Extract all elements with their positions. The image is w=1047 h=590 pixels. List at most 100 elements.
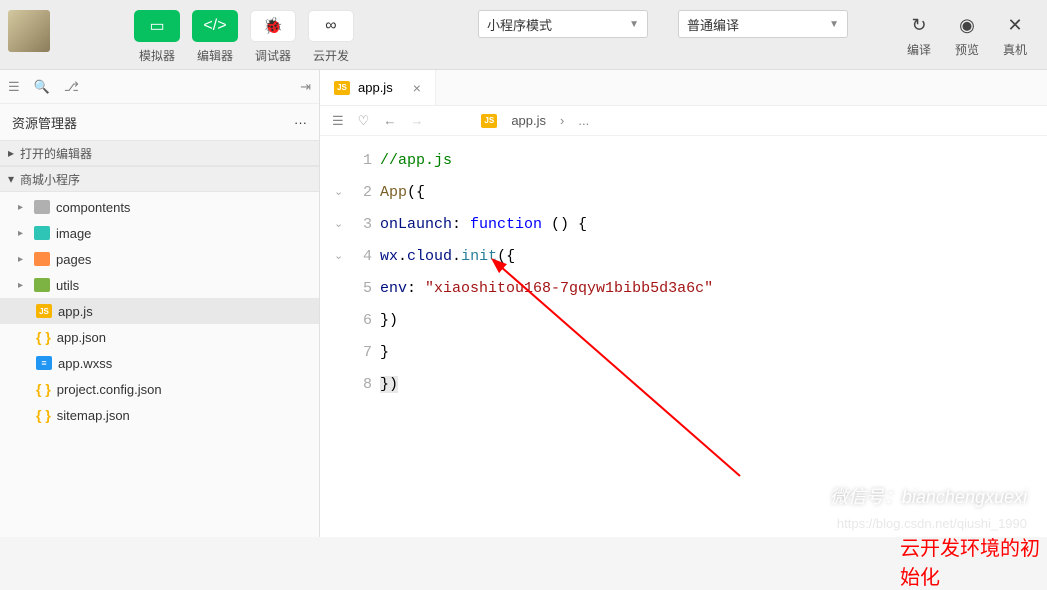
breadcrumb-file[interactable]: app.js [511,113,546,128]
refresh-icon: ↻ [911,12,926,38]
project-section[interactable]: ▾ 商城小程序 [0,166,319,192]
chevron-right-icon: ▸ [8,146,14,160]
tree-label: pages [56,252,91,267]
cloud-button[interactable]: ∞ 云开发 [304,6,358,68]
tree-file-app-json[interactable]: { } app.json [0,324,319,350]
device-icon: ✕ [1007,12,1022,38]
chevron-right-icon: ▸ [18,280,28,291]
mode-buttons: ▭ 模拟器 </> 编辑器 🐞 调试器 ∞ 云开发 [130,6,358,68]
search-icon[interactable]: 🔍 [34,79,50,95]
code-token: function [470,216,542,233]
avatar[interactable] [8,10,50,52]
folder-icon [34,278,50,292]
code-token: ({ [497,248,515,265]
code-token: init [461,248,497,265]
breadcrumb-sep: › [560,113,564,128]
cloud-icon: ∞ [308,10,354,42]
fold-icon[interactable]: ⌄ [334,249,343,263]
code-token: }) [380,376,398,393]
tree-file-project-config[interactable]: { } project.config.json [0,376,319,402]
close-icon[interactable]: × [413,80,421,96]
code-token: } [380,344,389,361]
tree-label: sitemap.json [57,408,130,423]
tab-app-js[interactable]: JS app.js × [320,70,436,105]
wxss-icon: ≡ [36,356,52,370]
bookmark-icon[interactable]: ♡ [358,113,370,129]
annotation-text: 云开发环境的初始化 [900,532,1047,590]
preview-button[interactable]: ◉ 预览 [943,6,991,64]
list-icon[interactable]: ☰ [8,79,20,95]
preview-label: 预览 [955,41,979,58]
open-editors-label: 打开的编辑器 [20,145,92,162]
tree-folder-utils[interactable]: ▸ utils [0,272,319,298]
compile-mode-label: 普通编译 [687,15,739,34]
open-editors-section[interactable]: ▸ 打开的编辑器 [0,140,319,166]
tree-folder-image[interactable]: ▸ image [0,220,319,246]
debugger-button[interactable]: 🐞 调试器 [246,6,300,68]
code-token: ({ [407,184,425,201]
collapse-icon[interactable]: ⇥ [300,79,311,95]
cloud-label: 云开发 [313,47,349,64]
tree-label: image [56,226,91,241]
real-label: 真机 [1003,41,1027,58]
explorer-title: 资源管理器 [12,113,77,132]
folder-icon [34,226,50,240]
editor-label: 编辑器 [197,47,233,64]
json-icon: { } [36,381,51,397]
js-icon: JS [334,81,350,95]
code-lines: //app.js App({ onLaunch: function () { w… [380,136,1047,537]
mode-label: 小程序模式 [487,15,552,34]
tree-file-app-wxss[interactable]: ≡ app.wxss [0,350,319,376]
code-token: App [380,184,407,201]
breadcrumb-rest[interactable]: ... [578,113,589,128]
right-toolbar: ↻ 编译 ◉ 预览 ✕ 真机 [895,6,1039,64]
chevron-right-icon: ▸ [18,254,28,265]
editor-button[interactable]: </> 编辑器 [188,6,242,68]
fold-icon[interactable]: ⌄ [334,217,343,231]
chevron-down-icon: ▾ [8,172,14,186]
back-icon[interactable]: ← [383,113,396,128]
json-icon: { } [36,329,51,345]
simulator-label: 模拟器 [139,47,175,64]
tree-label: app.json [57,330,106,345]
gutter: 1 ⌄2 ⌄3 ⌄4 5 6 7 8 [320,136,380,537]
chevron-right-icon: ▸ [18,228,28,239]
simulator-button[interactable]: ▭ 模拟器 [130,6,184,68]
tree-folder-compontents[interactable]: ▸ compontents [0,194,319,220]
folder-icon [34,200,50,214]
code-area[interactable]: 1 ⌄2 ⌄3 ⌄4 5 6 7 8 //app.js App({ onLaun… [320,136,1047,537]
compile-dropdown[interactable]: 普通编译 ▼ [678,10,848,38]
tree-folder-pages[interactable]: ▸ pages [0,246,319,272]
tab-label: app.js [358,80,393,95]
sidebar: ☰ 🔍 ⎇ ⇥ 资源管理器 ··· ▸ 打开的编辑器 ▾ 商城小程序 ▸ com… [0,70,320,537]
tree-file-app-js[interactable]: JS app.js [0,298,319,324]
tree-file-sitemap[interactable]: { } sitemap.json [0,402,319,428]
forward-icon[interactable]: → [410,113,423,128]
tree-label: compontents [56,200,130,215]
folder-icon [34,252,50,266]
editor-tabs: JS app.js × [320,70,1047,106]
main: ☰ 🔍 ⎇ ⇥ 资源管理器 ··· ▸ 打开的编辑器 ▾ 商城小程序 ▸ com… [0,70,1047,537]
watermark-url: https://blog.csdn.net/qiushi_1990 [837,516,1027,531]
eye-icon: ◉ [959,12,975,38]
real-device-button[interactable]: ✕ 真机 [991,6,1039,64]
compile-button[interactable]: ↻ 编译 [895,6,943,64]
branch-icon[interactable]: ⎇ [64,79,79,95]
tree-label: app.wxss [58,356,112,371]
fold-icon[interactable]: ⌄ [334,185,343,199]
more-icon[interactable]: ··· [294,115,307,130]
bug-icon: 🐞 [250,10,296,42]
code-icon: </> [192,10,238,42]
code-token: () { [542,216,587,233]
code-token: wx [380,248,398,265]
editor-pane: JS app.js × ☰ ♡ ← → JS app.js › ... 1 ⌄2… [320,70,1047,537]
phone-icon: ▭ [134,10,180,42]
wechat-icon [792,483,822,509]
list-icon[interactable]: ☰ [332,113,344,129]
file-tree: ▸ compontents ▸ image ▸ pages ▸ utils JS [0,192,319,537]
code-token: env [380,280,407,297]
chevron-down-icon: ▼ [629,19,639,30]
mode-dropdown[interactable]: 小程序模式 ▼ [478,10,648,38]
tree-label: project.config.json [57,382,162,397]
chevron-down-icon: ▼ [829,19,839,30]
